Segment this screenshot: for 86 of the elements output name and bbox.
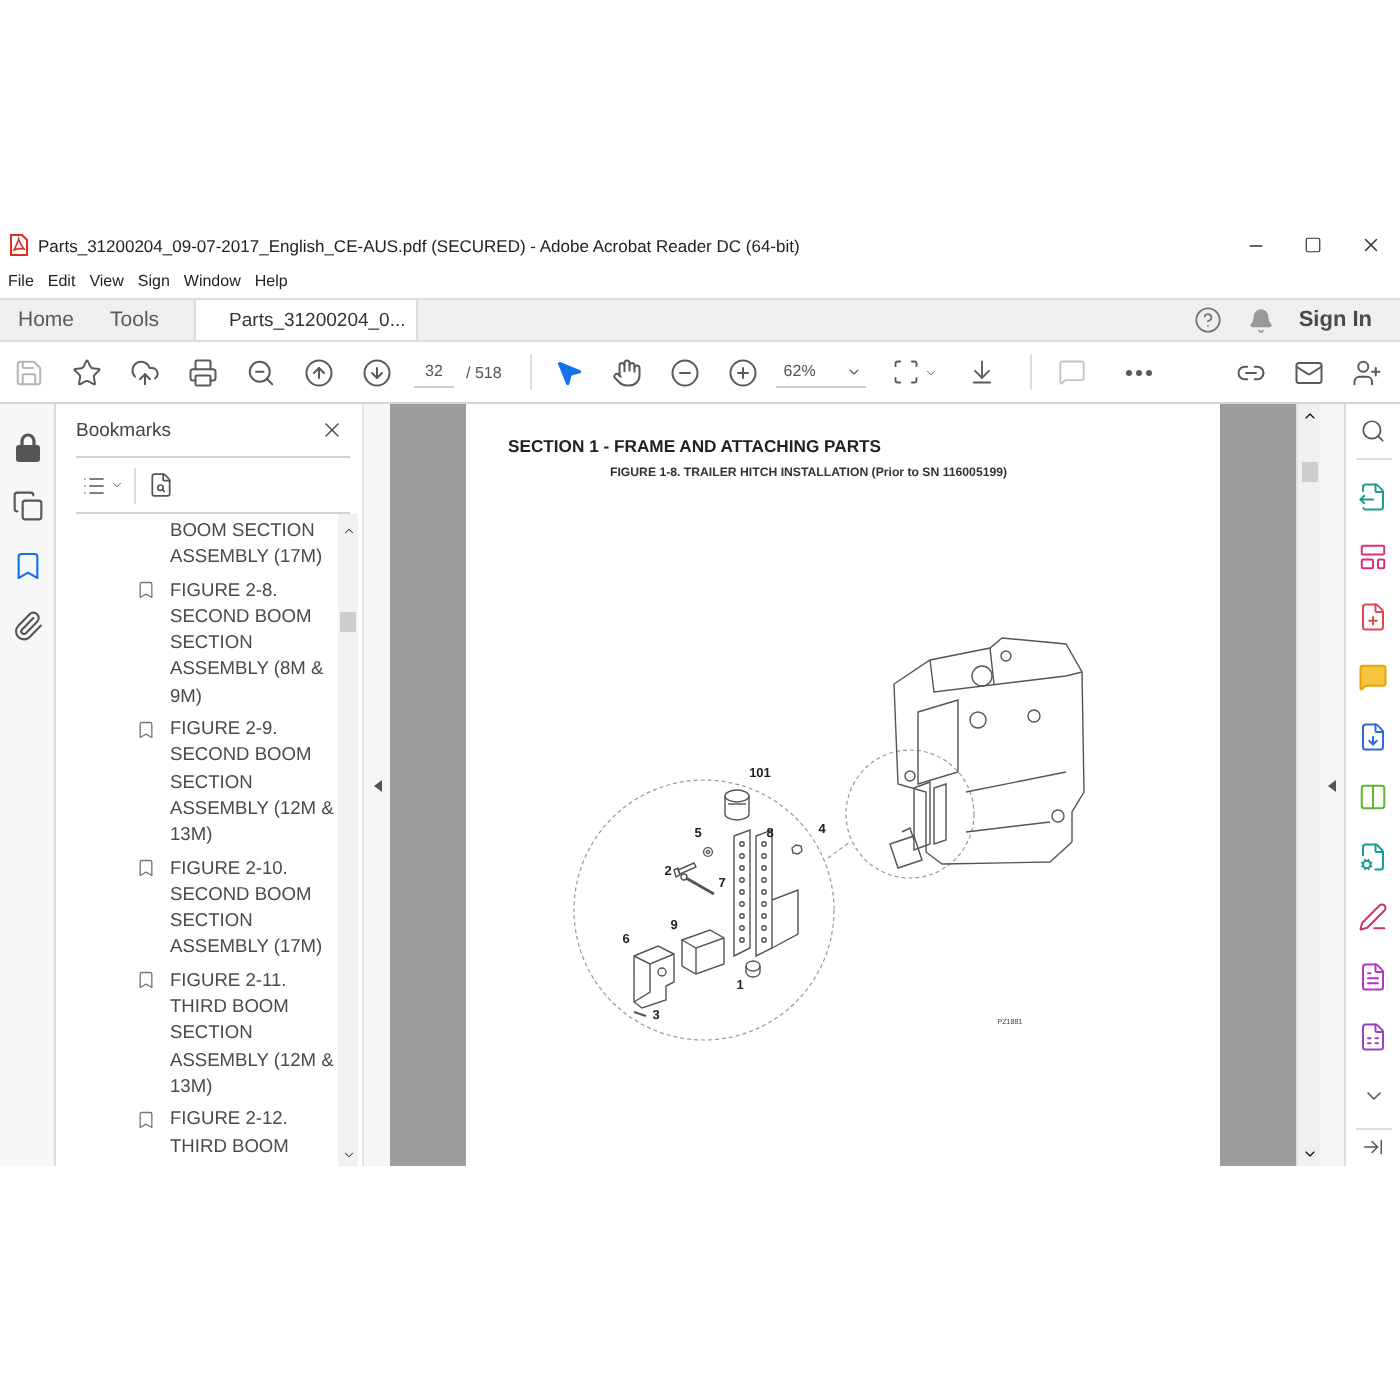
- mounting-bracket: [733, 829, 799, 958]
- file-down-icon: [1358, 721, 1388, 751]
- arrow-down-circle-icon: [362, 357, 392, 387]
- bookmark-item[interactable]: BOOM SECTION ASSEMBLY (17M): [56, 518, 338, 572]
- clip-pin: [633, 1011, 647, 1017]
- zoom-out-icon: [246, 357, 276, 387]
- caret-icon: [924, 365, 939, 379]
- file-gear-icon: [1358, 841, 1388, 871]
- hitch-receiver: [633, 945, 675, 1009]
- search-icon: [1360, 417, 1386, 443]
- collapse-arrow-icon[interactable]: [373, 779, 381, 791]
- mounting-plate: [681, 929, 725, 975]
- chevron-down-icon[interactable]: [1301, 1146, 1317, 1162]
- bolt: [673, 862, 697, 878]
- scan-frame-icon: [892, 358, 921, 386]
- caret-icon: [109, 478, 123, 492]
- plus-circle-icon: [727, 357, 758, 387]
- bell-icon: [1247, 307, 1274, 333]
- menu-item[interactable]: View: [89, 272, 124, 292]
- printer-icon: [188, 357, 218, 387]
- mail-icon: [1294, 357, 1324, 387]
- bookmark-icon: [136, 1109, 156, 1130]
- menu-item[interactable]: Help: [254, 272, 288, 292]
- panel-title: Bookmarks: [76, 419, 172, 441]
- sign-in-button[interactable]: Sign In: [1286, 300, 1400, 340]
- menu-item[interactable]: Edit: [47, 272, 76, 292]
- pdf-file-icon: [10, 234, 28, 256]
- leader-line: [827, 841, 851, 859]
- user-plus-icon: [1352, 357, 1382, 387]
- chevron-down-icon[interactable]: [341, 1148, 355, 1162]
- menu-item[interactable]: Window: [183, 272, 241, 292]
- section-title: SECTION 1 - FRAME AND ATTACHING PARTS: [508, 436, 882, 458]
- bookmark-icon: [136, 580, 156, 601]
- bookmark-icon: [136, 719, 156, 740]
- arrow-to-line-icon: [1362, 1135, 1384, 1157]
- nut: [791, 844, 803, 855]
- zoom-field[interactable]: 62%: [775, 356, 866, 388]
- star-icon: [72, 357, 102, 387]
- more-icon: [1125, 369, 1152, 375]
- bookmark-icon: [136, 970, 156, 991]
- menu-item[interactable]: File: [8, 272, 34, 292]
- hitch-pin: [680, 873, 715, 896]
- scrollbar-thumb[interactable]: [340, 612, 356, 632]
- window-title: Parts_31200204_09-07-2017_English_CE-AUS.pdf (SECURED) - Adobe Acrobat Reader DC (64-bit): [38, 235, 802, 255]
- file-text-icon: [1358, 961, 1388, 991]
- close-icon: [1360, 234, 1382, 256]
- comment-icon: [1058, 358, 1087, 386]
- tab[interactable]: Tools: [92, 300, 178, 340]
- comment-icon: [1358, 661, 1388, 691]
- page-count: / 518: [466, 363, 502, 381]
- scrollbar[interactable]: [1296, 404, 1320, 1166]
- file-grid-icon: [1358, 1021, 1388, 1051]
- bookmark-item[interactable]: FIGURE 2-8. SECOND BOOM SECTION ASSEMBLY (8M & 9M): [56, 577, 338, 711]
- bookmark-item[interactable]: FIGURE 2-12. THIRD BOOM: [56, 1106, 338, 1160]
- hitch-ball: [724, 789, 750, 821]
- pen-icon: [1358, 901, 1388, 931]
- save-icon: [14, 357, 44, 387]
- bookmark-item[interactable]: FIGURE 2-11. THIRD BOOM SECTION ASSEMBLY (12M & 13M): [56, 967, 338, 1101]
- page-number-field[interactable]: 32: [414, 356, 454, 388]
- mounted-hitch: [889, 770, 947, 869]
- scrollbar[interactable]: [338, 514, 358, 1166]
- detail-circle: [845, 749, 975, 879]
- bushing: [745, 960, 761, 978]
- bookmark-item[interactable]: FIGURE 2-9. SECOND BOOM SECTION ASSEMBLY (12M & 13M): [56, 716, 338, 850]
- file-plus-icon: [1358, 601, 1388, 631]
- menu-item[interactable]: Sign: [137, 272, 170, 292]
- help-icon: [1194, 306, 1223, 334]
- layout-icon: [1358, 541, 1388, 571]
- file-export-icon: [1358, 481, 1388, 511]
- bookmark-icon: [136, 858, 156, 879]
- arrow-down-to-line-icon: [968, 358, 997, 386]
- minus-circle-icon: [669, 357, 700, 387]
- washer: [702, 846, 714, 858]
- chevron-up-icon[interactable]: [1301, 408, 1317, 424]
- maximize-icon: [1304, 236, 1322, 254]
- bookmark-item[interactable]: FIGURE 2-10. SECOND BOOM SECTION ASSEMBLY (17M): [56, 855, 338, 962]
- scrollbar-thumb[interactable]: [1301, 462, 1317, 482]
- file-search-icon: [147, 472, 173, 498]
- chevron-up-icon[interactable]: [341, 524, 355, 538]
- arrow-up-circle-icon: [304, 357, 334, 387]
- close-icon: [320, 418, 344, 442]
- tab[interactable]: Parts_31200204_0...: [193, 300, 418, 340]
- tab[interactable]: Home: [0, 300, 93, 340]
- columns-icon: [1358, 781, 1388, 811]
- cloud-upload-icon: [130, 357, 160, 387]
- collapse-arrow-icon[interactable]: [1328, 779, 1336, 791]
